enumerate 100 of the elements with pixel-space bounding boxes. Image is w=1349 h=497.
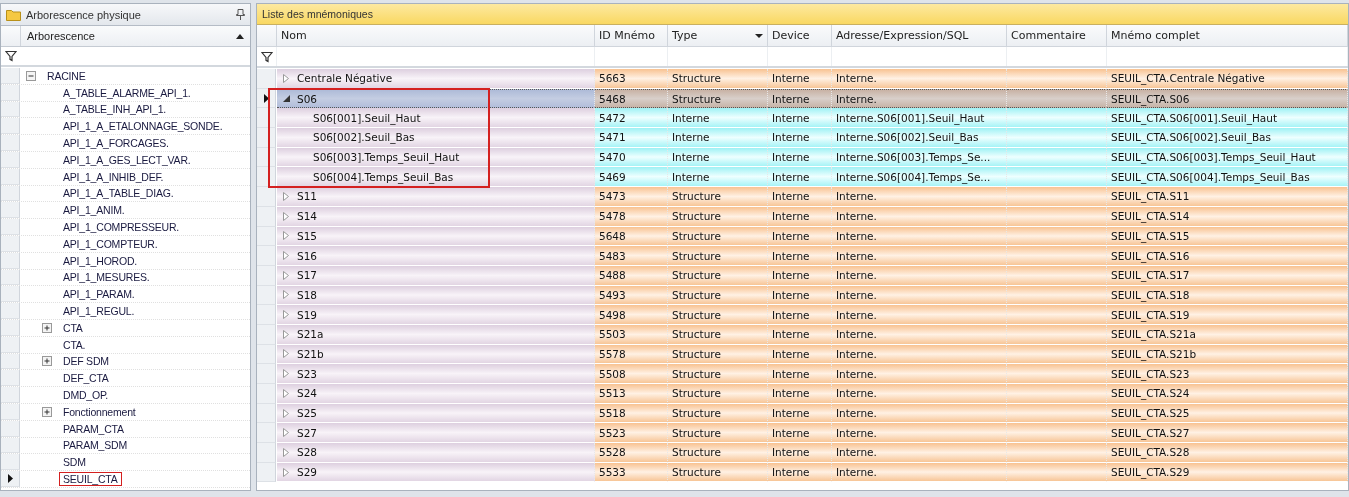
expand-icon[interactable] xyxy=(283,251,289,261)
filter-icon[interactable] xyxy=(4,50,17,62)
table-cell: Interne xyxy=(768,246,832,266)
tree-item[interactable]: PARAM_SDM xyxy=(59,438,131,453)
expand-icon[interactable] xyxy=(283,270,289,280)
table-cell: Interne xyxy=(768,344,832,365)
tree-item[interactable]: API_1_COMPTEUR. xyxy=(59,236,162,251)
expand-icon[interactable] xyxy=(283,388,289,398)
expand-icon[interactable] xyxy=(283,73,289,83)
table-cell: 5472 xyxy=(595,108,668,129)
column-header[interactable]: Nom xyxy=(277,25,595,47)
collapse-icon[interactable] xyxy=(283,95,290,103)
expand-icon[interactable] xyxy=(283,408,289,418)
table-cell: Interne xyxy=(768,443,832,463)
tree-item[interactable]: API_1_A_GES_LECT_VAR. xyxy=(59,152,195,167)
tree-item[interactable]: A_TABLE_ALARME_API_1. xyxy=(59,85,195,100)
table-cell: SEUIL_CTA.S14 xyxy=(1107,206,1348,227)
table-cell: Interne xyxy=(768,167,832,188)
column-header[interactable]: Arborescence xyxy=(21,26,250,46)
column-header[interactable]: Commentaire xyxy=(1007,25,1107,47)
table-cell: SEUIL_CTA.S17 xyxy=(1107,265,1348,286)
tree-item[interactable]: A_TABLE_INH_API_1. xyxy=(59,102,170,117)
column-header[interactable]: Mnémo complet xyxy=(1107,25,1348,47)
filter-icon[interactable] xyxy=(260,50,273,63)
table-cell: SEUIL_CTA.S18 xyxy=(1107,285,1348,306)
expand-icon[interactable] xyxy=(283,349,289,359)
table-cell: Interne. xyxy=(832,69,1007,89)
expand-icon[interactable] xyxy=(283,329,289,339)
table-cell: 5513 xyxy=(595,384,668,404)
expand-icon[interactable] xyxy=(283,428,289,438)
table-cell: 5523 xyxy=(595,423,668,444)
expand-icon[interactable] xyxy=(283,447,289,457)
tree-item[interactable]: PARAM_CTA xyxy=(59,421,128,436)
expand-icon[interactable] xyxy=(283,231,289,241)
table-cell: Structure xyxy=(668,364,768,384)
name-cell: S28 xyxy=(277,443,595,463)
tree-item[interactable]: RACINE xyxy=(43,68,90,83)
table-cell: SEUIL_CTA.S06[001].Seuil_Haut xyxy=(1107,108,1348,129)
table-cell: Structure xyxy=(668,246,768,266)
tree-item[interactable]: DMD_OP. xyxy=(59,388,113,403)
table-cell: 5483 xyxy=(595,246,668,266)
tree-item[interactable]: API_1_PARAM. xyxy=(59,287,139,302)
table-cell: Structure xyxy=(668,324,768,345)
tree-item[interactable]: API_1_A_ETALONNAGE_SONDE. xyxy=(59,119,227,134)
tree-item[interactable]: DEF SDM xyxy=(59,354,113,369)
table-cell: Interne. xyxy=(832,423,1007,444)
tree-item[interactable]: Fonctionnement xyxy=(59,404,140,419)
tree-item[interactable]: API_1_HOROD. xyxy=(59,253,142,268)
row-header[interactable] xyxy=(1,471,20,487)
name-cell: S24 xyxy=(277,384,595,404)
table-cell: Interne. xyxy=(832,443,1007,463)
expand-icon[interactable] xyxy=(283,467,289,477)
table-cell: SEUIL_CTA.S19 xyxy=(1107,305,1348,325)
table-cell: Interne xyxy=(768,88,832,109)
expand-icon[interactable] xyxy=(283,211,289,221)
tree-item[interactable]: API_1_A_INHIB_DEF. xyxy=(59,169,168,184)
table-cell: 5578 xyxy=(595,344,668,365)
tree-item[interactable]: SDM xyxy=(59,455,90,470)
panel-title: Arborescence physique xyxy=(26,8,142,21)
table-cell: Interne xyxy=(668,108,768,129)
table-cell: 5468 xyxy=(595,88,668,109)
pin-icon[interactable] xyxy=(236,9,245,20)
table-cell: 5493 xyxy=(595,285,668,306)
tree-item[interactable]: CTA xyxy=(59,320,87,335)
tree-item[interactable]: API_1_A_TABLE_DIAG. xyxy=(59,186,178,201)
expand-icon[interactable] xyxy=(283,290,289,300)
table-cell: Structure xyxy=(668,187,768,207)
tree-item[interactable]: API_1_COMPRESSEUR. xyxy=(59,220,184,235)
name-cell: S14 xyxy=(277,206,595,227)
table-cell: 5488 xyxy=(595,265,668,286)
tree-item[interactable]: API_1_MESURES. xyxy=(59,270,154,285)
table-cell: Interne.S06[003].Temps_Se... xyxy=(832,147,1007,168)
table-cell: SEUIL_CTA.Centrale Négative xyxy=(1107,69,1348,89)
expand-icon[interactable] xyxy=(42,356,52,367)
table-cell: 5471 xyxy=(595,128,668,148)
expand-icon[interactable] xyxy=(42,406,52,417)
column-header[interactable]: Type xyxy=(668,25,768,47)
column-header[interactable]: Adresse/Expression/SQL xyxy=(832,25,1007,47)
tree-item[interactable]: SEUIL_CTA xyxy=(59,472,122,486)
expand-icon[interactable] xyxy=(283,310,289,320)
column-header[interactable]: ID Mnémo xyxy=(595,25,668,47)
table-cell: Interne xyxy=(768,364,832,384)
expand-icon[interactable] xyxy=(283,191,289,201)
table-cell: Interne. xyxy=(832,364,1007,384)
dropdown-caret-icon[interactable] xyxy=(755,33,763,38)
table-cell: Interne. xyxy=(832,226,1007,247)
table-cell: Interne xyxy=(668,147,768,168)
table-cell: Interne xyxy=(768,147,832,168)
name-cell: S25 xyxy=(277,403,595,424)
tree-item[interactable]: CTA. xyxy=(59,337,90,352)
table-cell: Interne xyxy=(768,108,832,129)
tree-item[interactable]: DEF_CTA xyxy=(59,371,113,386)
row-pointer-icon xyxy=(7,474,13,483)
tree-item[interactable]: API_1_REGUL. xyxy=(59,304,139,319)
expand-icon[interactable] xyxy=(283,369,289,379)
expand-icon[interactable] xyxy=(42,322,52,333)
tree-item[interactable]: API_1_A_FORCAGES. xyxy=(59,136,173,151)
tree-item[interactable]: API_1_ANIM. xyxy=(59,203,129,218)
column-header[interactable]: Device xyxy=(768,25,832,47)
name-cell: S17 xyxy=(277,265,595,286)
